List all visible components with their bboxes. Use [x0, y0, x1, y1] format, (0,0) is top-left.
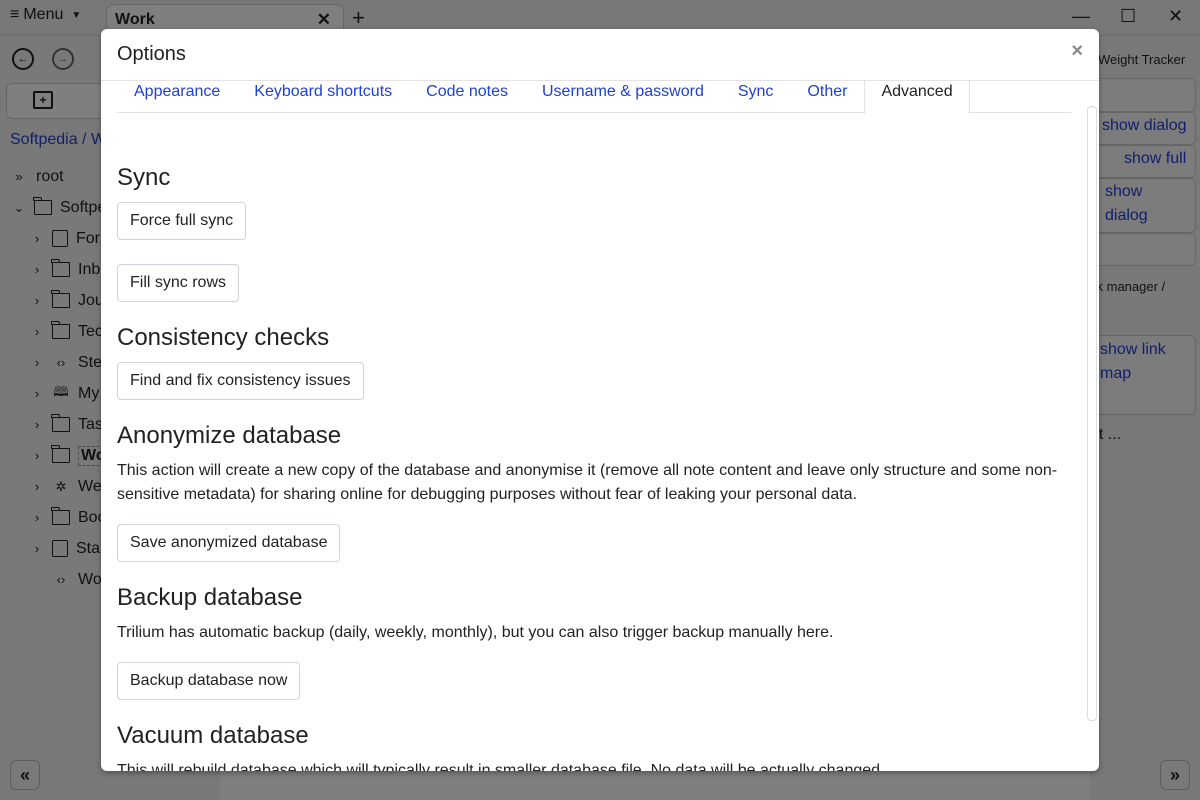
vacuum-heading: Vacuum database	[117, 722, 309, 749]
sync-heading: Sync	[117, 164, 171, 191]
dialog-scrollbar[interactable]	[1087, 106, 1097, 721]
options-tabs: Appearance Keyboard shortcuts Code notes Us…	[117, 81, 1071, 114]
tab-sync[interactable]: Sync	[721, 81, 791, 113]
find-fix-consistency-button[interactable]: Find and fix consistency issues	[117, 362, 364, 400]
dialog-title: Options	[117, 43, 186, 65]
anonymize-description-wrap: This action will create a new copy of th…	[117, 459, 1067, 507]
anonymize-description: This action will create a new copy of th…	[117, 462, 1058, 503]
anonymize-heading: Anonymize database	[117, 422, 342, 449]
fill-sync-rows-button[interactable]: Fill sync rows	[117, 264, 240, 302]
tab-other[interactable]: Other	[790, 81, 864, 113]
save-anonymized-database-button[interactable]: Save anonymized database	[117, 524, 341, 562]
backup-description: Trilium has automatic backup (daily, wee…	[117, 624, 834, 641]
options-dialog: Options × Appearance Keyboard shortcuts Co…	[101, 29, 1099, 771]
consistency-heading: Consistency checks	[117, 324, 330, 351]
anonymize-section-btn: Save anonymized database	[117, 524, 341, 562]
sync-section-btn1: Force full sync	[117, 202, 247, 240]
consistency-section: Consistency checks	[117, 324, 329, 352]
backup-database-now-button[interactable]: Backup database now	[117, 662, 301, 700]
backup-heading: Backup database	[117, 584, 303, 611]
vacuum-description: This will rebuild database which will ty…	[117, 762, 885, 771]
force-full-sync-button[interactable]: Force full sync	[117, 202, 247, 240]
backup-section-btn: Backup database now	[117, 662, 301, 700]
sync-section-btn2: Fill sync rows	[117, 264, 240, 302]
backup-description-wrap: Trilium has automatic backup (daily, wee…	[117, 621, 1067, 645]
dialog-body: Appearance Keyboard shortcuts Code notes Us…	[117, 81, 1071, 771]
vacuum-section: Vacuum database	[117, 722, 309, 750]
consistency-section-btn: Find and fix consistency issues	[117, 362, 364, 400]
tab-appearance[interactable]: Appearance	[117, 81, 237, 113]
tab-advanced[interactable]: Advanced	[864, 81, 971, 114]
sync-section: Sync	[117, 164, 170, 192]
vacuum-description-wrap: This will rebuild database which will ty…	[117, 759, 1067, 771]
anonymize-section: Anonymize database	[117, 422, 341, 450]
tab-code-notes[interactable]: Code notes	[409, 81, 525, 113]
close-dialog-icon[interactable]: ×	[1071, 40, 1083, 63]
tab-username-password[interactable]: Username & password	[525, 81, 721, 113]
backup-section: Backup database	[117, 584, 302, 612]
dialog-header: Options ×	[101, 29, 1099, 81]
tab-keyboard-shortcuts[interactable]: Keyboard shortcuts	[237, 81, 409, 113]
